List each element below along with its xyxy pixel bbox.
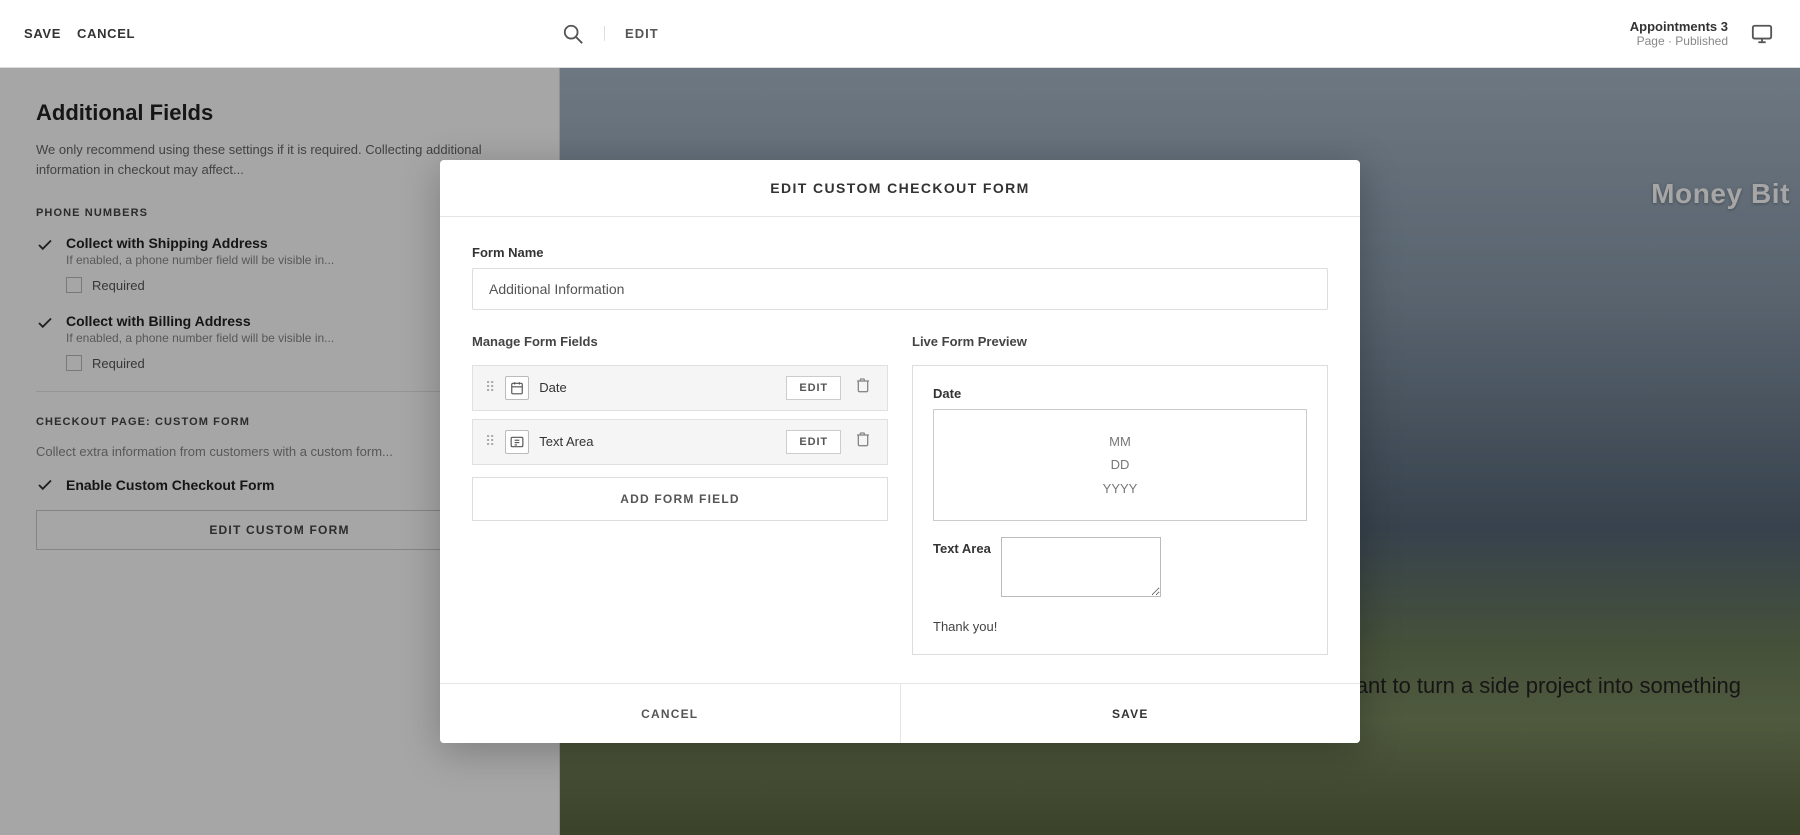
modal-title: EDIT CUSTOM CHECKOUT FORM — [464, 180, 1336, 196]
textarea-field-row[interactable]: ⠿ Text Area EDIT — [472, 419, 888, 465]
add-form-field-button[interactable]: ADD FORM FIELD — [472, 477, 888, 521]
textarea-field-edit-button[interactable]: EDIT — [786, 430, 841, 454]
modal-header: EDIT CUSTOM CHECKOUT FORM — [440, 160, 1360, 217]
live-preview-heading: Live Form Preview — [912, 334, 1328, 349]
date-field-edit-button[interactable]: EDIT — [786, 376, 841, 400]
date-drag-handle[interactable]: ⠿ — [485, 379, 495, 396]
save-button[interactable]: SAVE — [24, 22, 61, 45]
textarea-field-delete-button[interactable] — [851, 431, 875, 452]
preview-date-label: Date — [933, 386, 1307, 401]
preview-textarea[interactable] — [1001, 537, 1161, 597]
preview-thank-you: Thank you! — [933, 619, 1307, 634]
preview-date-dd: DD — [954, 453, 1286, 476]
modal-save-button[interactable]: SAVE — [901, 684, 1361, 743]
textarea-field-icon — [505, 430, 529, 454]
form-name-input[interactable] — [472, 268, 1328, 310]
preview-date-box: MM DD YYYY — [933, 409, 1307, 521]
modal-overlay: EDIT CUSTOM CHECKOUT FORM Form Name Mana… — [0, 68, 1800, 835]
page-title: Appointments 3 — [1630, 19, 1728, 34]
monitor-icon[interactable] — [1748, 23, 1776, 45]
date-field-icon — [505, 376, 529, 400]
cancel-button[interactable]: CANCEL — [77, 22, 135, 45]
form-columns: Manage Form Fields ⠿ Date ED — [472, 334, 1328, 655]
edit-label: EDIT — [625, 26, 659, 41]
textarea-field-name: Text Area — [539, 434, 776, 449]
preview-date-yyyy: YYYY — [954, 477, 1286, 500]
modal-cancel-button[interactable]: CANCEL — [440, 684, 901, 743]
page-status: Page · Published — [1630, 34, 1728, 48]
date-field-name: Date — [539, 380, 776, 395]
manage-fields-heading: Manage Form Fields — [472, 334, 888, 349]
preview-textarea-label: Text Area — [933, 541, 991, 556]
preview-date-mm: MM — [954, 430, 1286, 453]
live-preview-column: Live Form Preview Date MM DD YYYY Text A… — [912, 334, 1328, 655]
textarea-drag-handle[interactable]: ⠿ — [485, 433, 495, 450]
top-bar: SAVE CANCEL EDIT Appointments 3 Page · P… — [0, 0, 1800, 68]
live-preview-box: Date MM DD YYYY Text Area — [912, 365, 1328, 655]
page-info: Appointments 3 Page · Published — [1630, 19, 1728, 48]
form-name-label: Form Name — [472, 245, 1328, 260]
modal-body: Form Name Manage Form Fields ⠿ — [440, 217, 1360, 683]
modal-footer: CANCEL SAVE — [440, 683, 1360, 743]
form-name-section: Form Name — [472, 245, 1328, 310]
date-field-row[interactable]: ⠿ Date EDIT — [472, 365, 888, 411]
date-field-delete-button[interactable] — [851, 377, 875, 398]
search-icon[interactable] — [562, 23, 584, 45]
modal-dialog: EDIT CUSTOM CHECKOUT FORM Form Name Mana… — [440, 160, 1360, 743]
manage-fields-column: Manage Form Fields ⠿ Date ED — [472, 334, 888, 655]
